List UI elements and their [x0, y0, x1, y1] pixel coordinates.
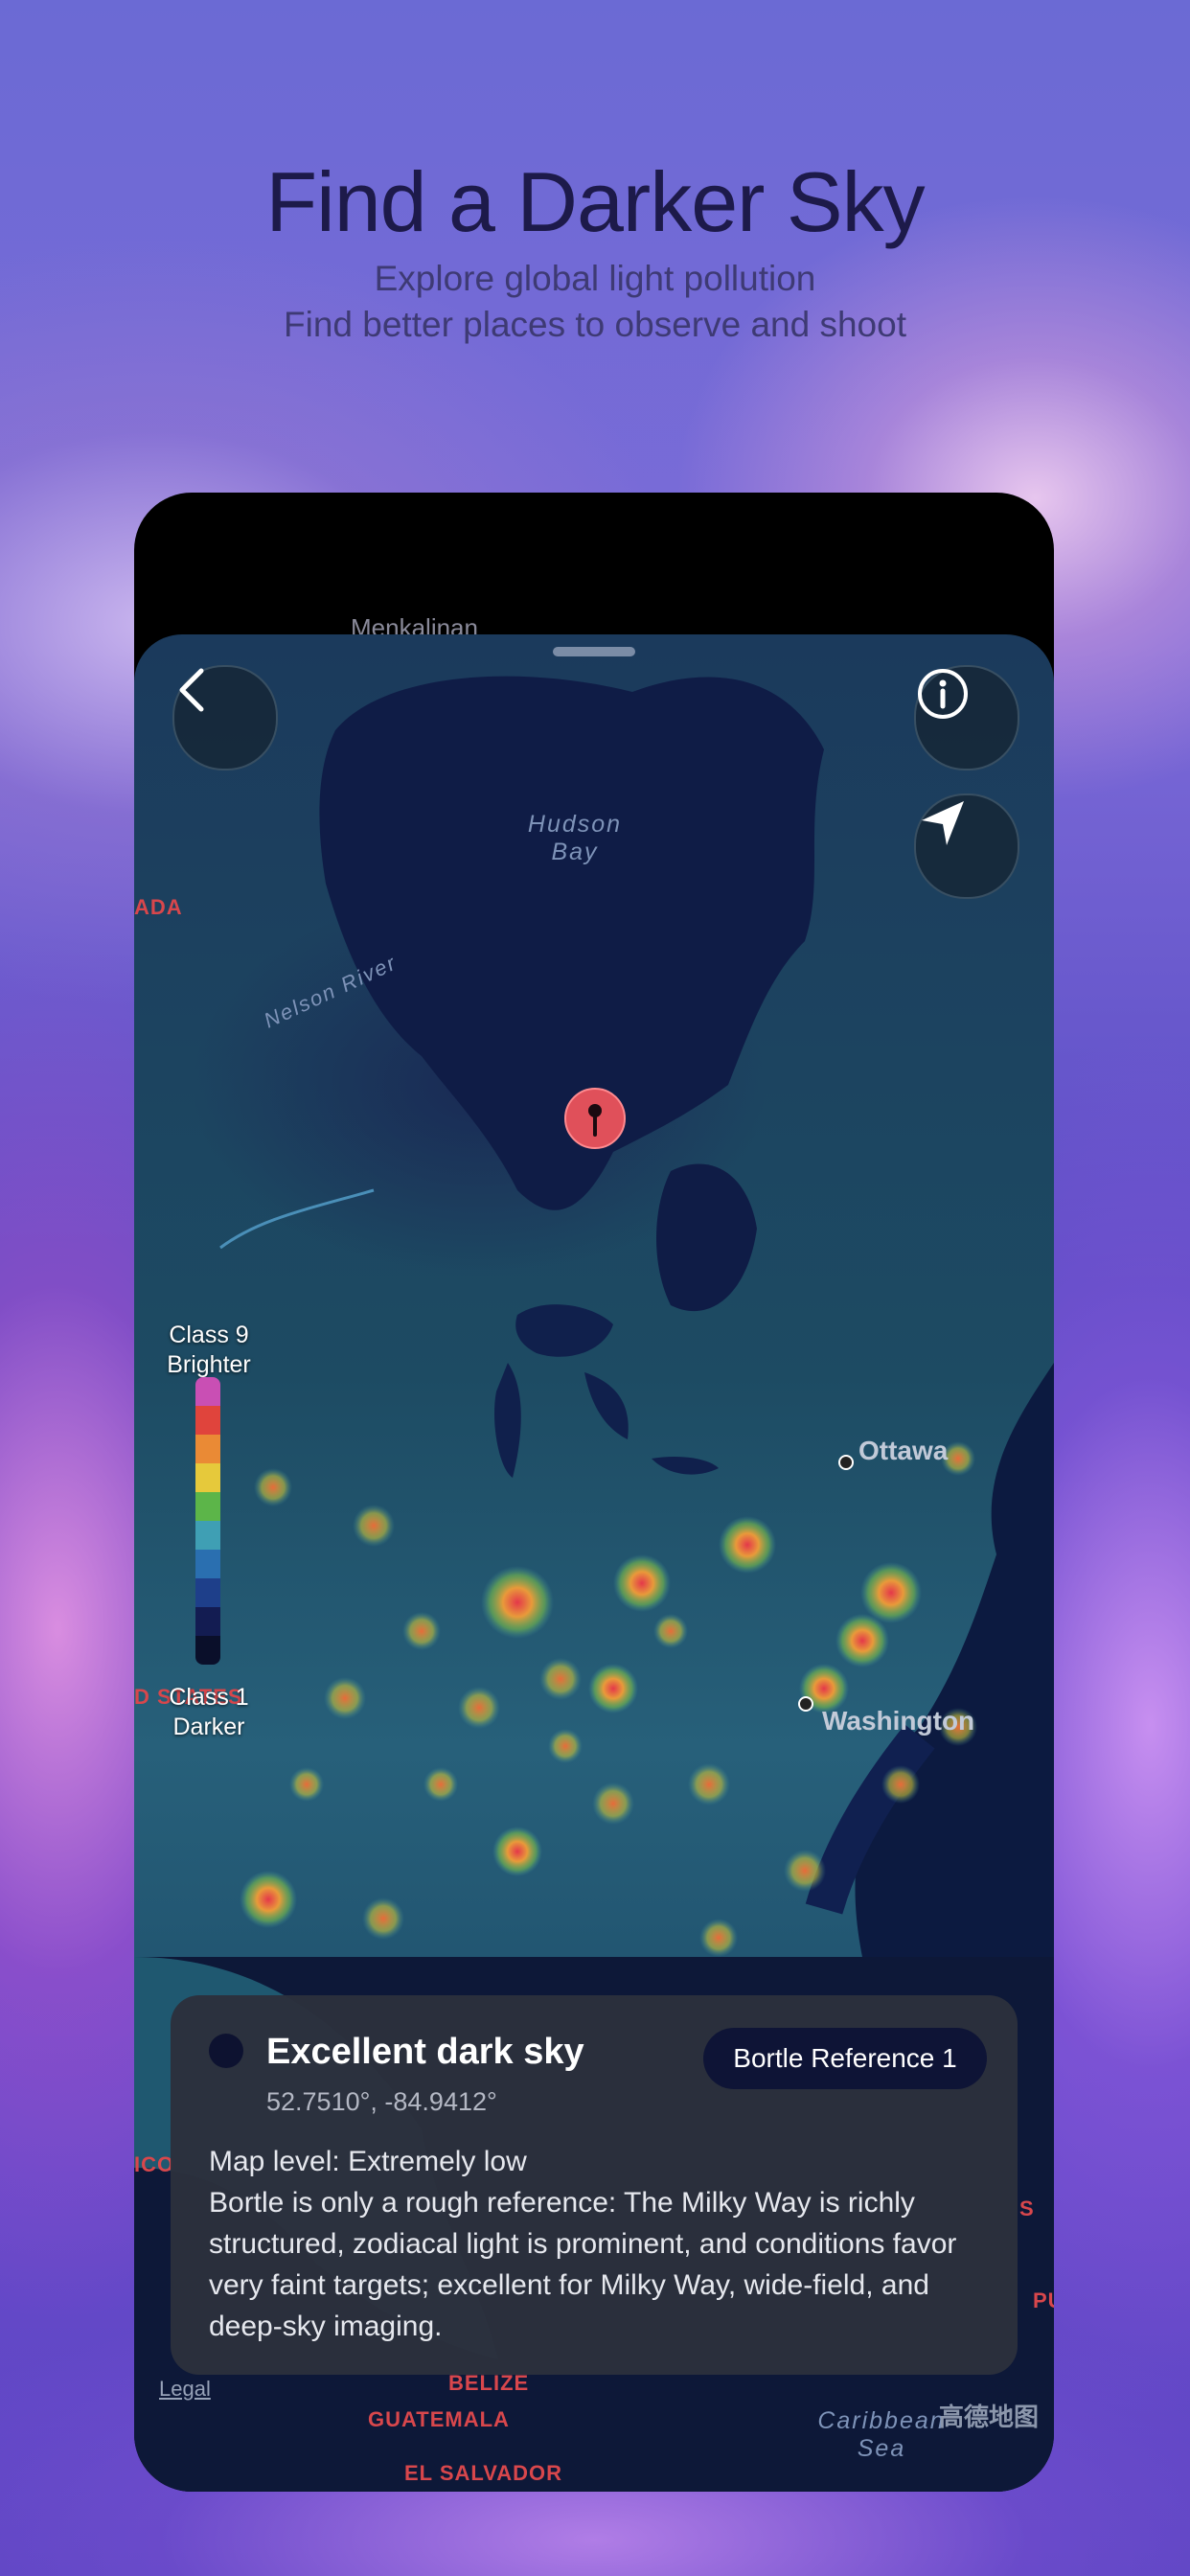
sky-info-card[interactable]: Excellent dark sky 52.7510°, -84.9412° B… [171, 1995, 1018, 2375]
city-dot-washington [798, 1696, 813, 1712]
light-pollution-map[interactable]: Hudson Bay Nelson River Caribbean Sea AD… [134, 634, 1054, 2492]
location-coordinates: 52.7510°, -84.9412° [266, 2087, 497, 2116]
country-label-edge-pu: PU [1033, 2288, 1054, 2312]
country-label-canada: ADA [134, 895, 183, 919]
bortle-description: Bortle is only a rough reference: The Mi… [209, 2187, 957, 2342]
legend-swatch [195, 1578, 220, 1607]
hudson-bay-label: Hudson Bay [498, 811, 652, 866]
city-dot-ottawa [838, 1455, 854, 1470]
hero-title: Find a Darker Sky [265, 154, 925, 249]
legend-swatch [195, 1435, 220, 1463]
locate-button[interactable] [914, 794, 1019, 899]
hero-subtitle-line2: Find better places to observe and shoot [284, 305, 906, 344]
caribbean-label-line2: Sea [857, 2435, 906, 2462]
hudson-label-line1: Hudson [527, 811, 623, 838]
city-label-ottawa: Ottawa [858, 1436, 949, 1465]
legend-top-label: Class 9 Brighter [142, 1321, 276, 1380]
sheet-handle[interactable] [553, 647, 635, 656]
hero-subtitle-line1: Explore global light pollution [374, 259, 816, 298]
country-label-el-salvador: EL SALVADOR [404, 2461, 563, 2485]
legend-swatch [195, 1492, 220, 1521]
country-label-mexico: ICO [134, 2152, 175, 2176]
legend-swatch [195, 1377, 220, 1406]
back-button[interactable] [172, 665, 278, 770]
legal-link[interactable]: Legal [159, 2377, 211, 2402]
legend-class9-text: Class 9 [169, 1322, 249, 1348]
country-label-guatemala: GUATEMALA [368, 2407, 510, 2431]
country-label-edge-s: S [1019, 2196, 1035, 2220]
bortle-legend-bar [195, 1377, 220, 1665]
legend-swatch [195, 1406, 220, 1435]
phone-frame: Menkalinan Hudson Bay Nelson River Carib… [134, 493, 1054, 2492]
legend-bottom-label: Class 1 Darker [142, 1683, 276, 1742]
bortle-reference-badge[interactable]: Bortle Reference 1 [703, 2028, 987, 2089]
legend-class1-text: Class 1 [169, 1684, 249, 1711]
city-label-washington: Washington [822, 1706, 975, 1736]
legend-darker-text: Darker [172, 1714, 245, 1740]
legend-swatch [195, 1550, 220, 1578]
legend-swatch [195, 1636, 220, 1665]
legend-swatch [195, 1463, 220, 1492]
legend-swatch [195, 1607, 220, 1636]
sky-quality-title: Excellent dark sky [266, 2032, 584, 2072]
hudson-label-line2: Bay [551, 839, 599, 865]
legend-swatch [195, 1521, 220, 1550]
sky-color-swatch [209, 2034, 243, 2068]
map-level-text: Map level: Extremely low [209, 2146, 527, 2177]
map-attribution: 高德地图 [939, 2403, 1040, 2431]
legend-brighter-text: Brighter [167, 1351, 251, 1378]
info-button[interactable] [914, 665, 1019, 770]
